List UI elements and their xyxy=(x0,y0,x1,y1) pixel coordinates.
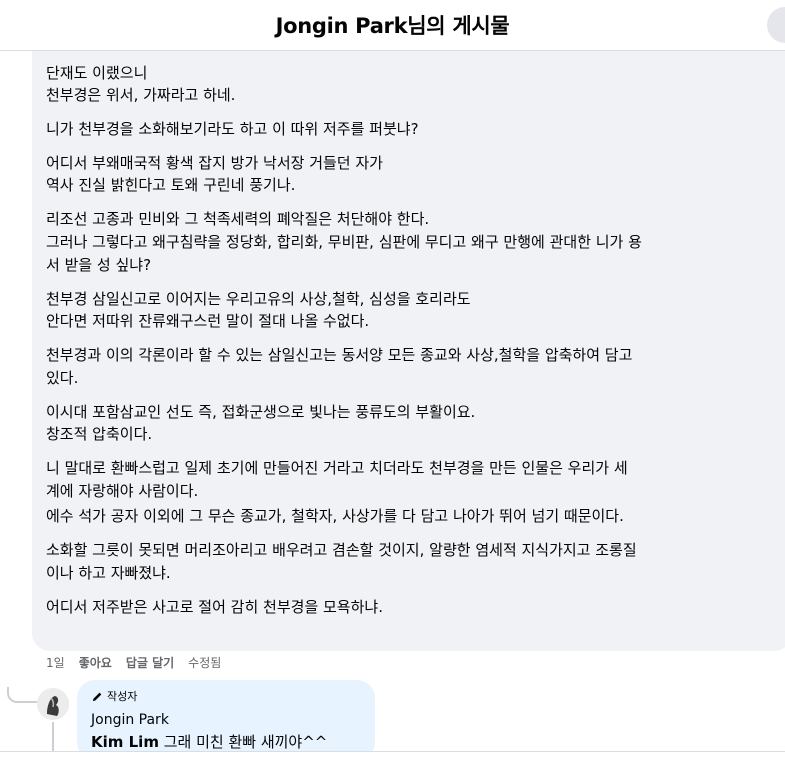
avatar[interactable] xyxy=(37,688,69,720)
page-title: Jongin Park님의 게시물 xyxy=(275,14,510,38)
comment-line: 어디서 저주받은 사고로 절어 감히 천부경을 모욕하냐. xyxy=(46,598,383,616)
close-button[interactable] xyxy=(767,7,785,43)
comment-line: 천부경 삼일신고로 이어지는 우리고유의 사상,철학, 심성을 호리라도 xyxy=(46,290,471,308)
composer-area xyxy=(0,751,785,767)
comment-line: 천부경은 위서, 가짜라고 하네. xyxy=(46,86,236,104)
comment-line: 에수 석가 공자 이외에 그 무슨 종교가, 철학자, 사상가를 다 담고 나아… xyxy=(46,507,624,525)
comment-line: 니가 천부경을 소화해보기라도 하고 이 따위 저주를 퍼붓냐? xyxy=(46,120,419,138)
reply-author-name[interactable]: Jongin Park xyxy=(91,712,169,728)
reply-button[interactable]: 답글 달기 xyxy=(126,654,174,671)
comment-line: 있다. xyxy=(46,369,79,387)
thread-connector xyxy=(52,722,54,751)
reply-message: 그래 미친 환빠 새끼야^^ xyxy=(158,733,328,751)
comment-line: 이나 하고 자빠졌냐. xyxy=(46,564,171,582)
reply-text: Kim Lim 그래 미친 환빠 새끼야^^ xyxy=(91,731,327,751)
author-badge-label: 작성자 xyxy=(107,690,138,703)
comment-line: 단재도 이랬으니 xyxy=(46,64,148,82)
comment-line: 어디서 부왜매국적 황색 잡지 방가 낙서장 거들던 자가 xyxy=(46,154,383,172)
comment-line: 소화할 그릇이 못되면 머리조아리고 배우려고 겸손할 것이지, 알량한 염세적… xyxy=(46,541,637,559)
comment-actions: 1일 좋아요 답글 달기 수정됨 xyxy=(46,654,235,671)
comment-line: 니 말대로 환빠스럽고 일제 초기에 만들어진 거라고 치더라도 천부경을 만든… xyxy=(46,459,628,477)
comment-scroll-area[interactable]: 단재도 이랬으니 천부경은 위서, 가짜라고 하네. 니가 천부경을 소화해보기… xyxy=(0,51,785,751)
post-header: Jongin Park님의 게시물 xyxy=(0,0,785,51)
comment-line: 창조적 압축이다. xyxy=(46,425,153,443)
comment-line: 천부경과 이의 각론이라 할 수 있는 삼일신고는 동서양 모든 종교와 사상,… xyxy=(46,346,633,364)
pencil-icon xyxy=(92,692,102,701)
comment-line: 서 받을 성 싶냐? xyxy=(46,256,152,274)
mention-link[interactable]: Kim Lim xyxy=(91,733,159,751)
comment-line: 이시대 포함삼교인 선도 즉, 접화군생으로 빛나는 풍류도의 부활이요. xyxy=(46,403,476,421)
author-badge: 작성자 xyxy=(92,688,137,704)
comment-line: 안다면 저따위 잔류왜구스런 말이 절대 나올 수없다. xyxy=(46,312,370,330)
comment-line: 그러나 그렇다고 왜구침략을 정당화, 합리화, 무비판, 심판에 무디고 왜구… xyxy=(46,233,642,251)
thread-connector xyxy=(7,687,37,703)
comment-line: 리조선 고종과 민비와 그 척족세력의 폐악질은 처단해야 한다. xyxy=(46,210,430,228)
comment-timestamp[interactable]: 1일 xyxy=(46,654,65,671)
comment-line: 계에 자랑해야 사람이다. xyxy=(46,482,199,500)
comment-line: 역사 진실 밝힌다고 토왜 구린네 풍기나. xyxy=(46,176,296,194)
edited-label: 수정됨 xyxy=(188,656,222,670)
like-button[interactable]: 좋아요 xyxy=(79,654,112,671)
